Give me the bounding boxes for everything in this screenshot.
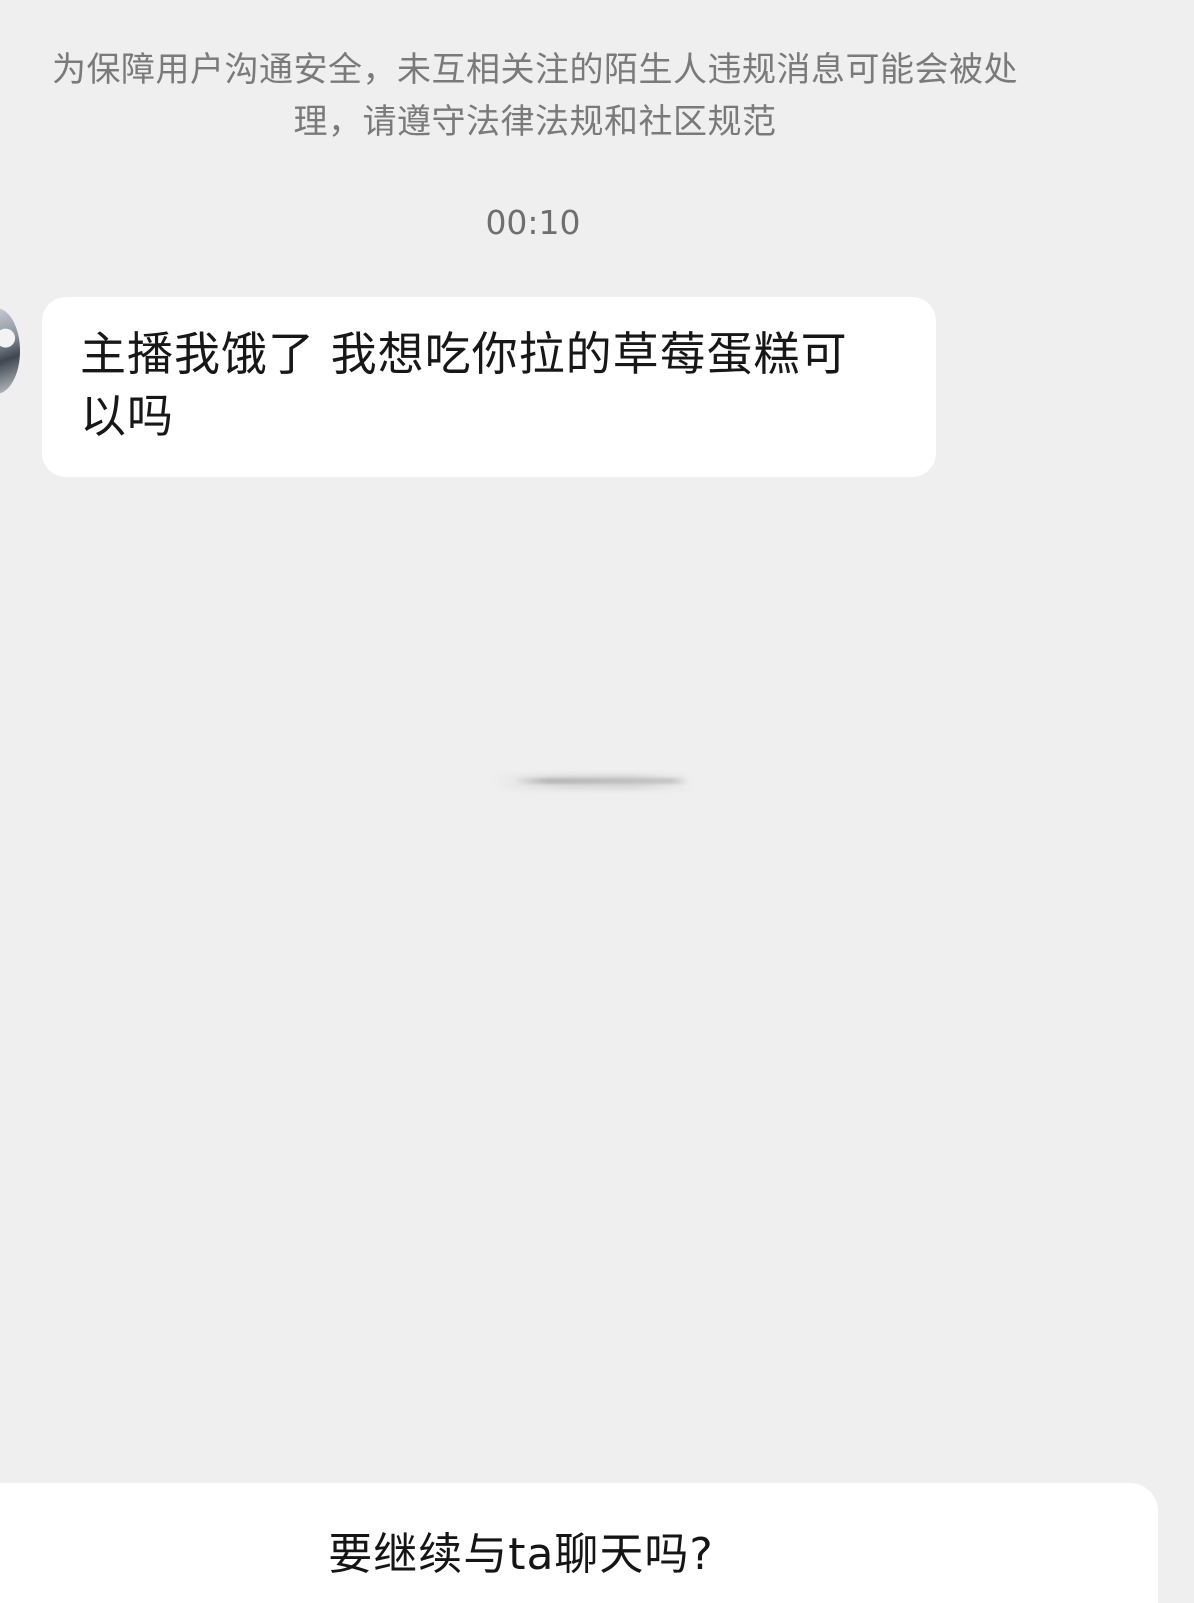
sender-avatar[interactable]: [0, 308, 20, 394]
message-bubble[interactable]: 主播我饿了 我想吃你拉的草莓蛋糕可 以吗: [42, 297, 936, 477]
continue-chat-panel: 要继续与ta聊天吗?: [0, 1483, 1158, 1603]
continue-chat-question: 要继续与ta聊天吗?: [328, 1529, 714, 1580]
safety-notice: 为保障用户沟通安全，未互相关注的陌生人违规消息可能会被处 理，请遵守法律法规和社…: [20, 44, 1050, 148]
message-text-line-1: 主播我饿了 我想吃你拉的草莓蛋糕可: [80, 327, 848, 381]
loading-placeholder: [494, 766, 692, 796]
message-timestamp: 00:10: [485, 203, 581, 242]
safety-notice-line-2: 理，请遵守法律法规和社区规范: [293, 102, 777, 142]
loading-placeholder-line: [514, 778, 688, 784]
safety-notice-line-1: 为保障用户沟通安全，未互相关注的陌生人违规消息可能会被处: [52, 50, 1018, 90]
message-text-line-2: 以吗: [80, 389, 174, 443]
